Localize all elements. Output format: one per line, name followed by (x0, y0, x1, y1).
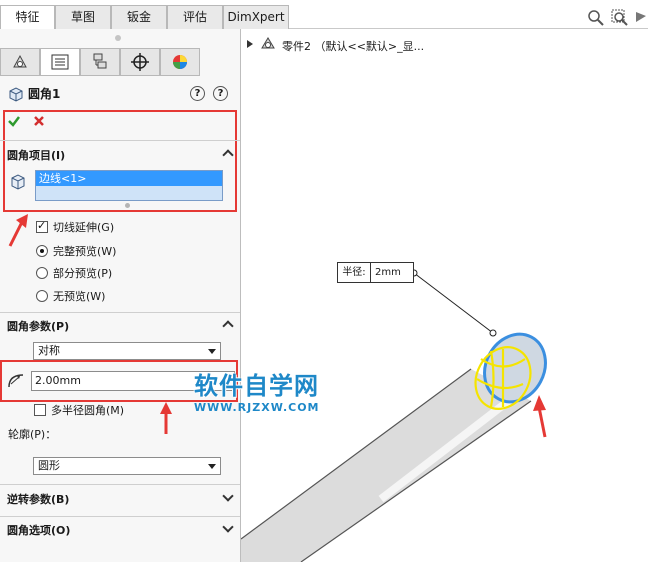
resize-handle[interactable] (125, 203, 130, 208)
multi-radius-option[interactable]: 多半径圆角(M) (34, 402, 124, 418)
setback-params-header[interactable]: 逆转参数(B) (0, 488, 240, 512)
radius-icon (7, 372, 27, 391)
watermark-sub: WWW.RJZXW.COM (194, 401, 320, 414)
tab-evaluate[interactable]: 评估 (167, 5, 223, 29)
dropdown-arrow-icon (208, 349, 216, 354)
close-icon (34, 116, 44, 126)
tab-sketch[interactable]: 草图 (55, 5, 111, 29)
command-manager-tabs: 特征 草图 钣金 评估 DimXpert (0, 0, 648, 30)
tangent-propagation-option[interactable]: 切线延伸(G) (36, 219, 114, 235)
fillet-items-header[interactable]: 圆角项目(I) (0, 144, 240, 168)
fillet-type-select[interactable]: 对称 (33, 342, 221, 360)
dimxpert-tab[interactable] (120, 48, 160, 76)
fillet-items-list[interactable]: 边线<1> (35, 170, 223, 201)
annotation-arrow (537, 406, 547, 438)
profile-select[interactable]: 圆形 (33, 457, 221, 475)
leader-line (413, 272, 494, 334)
setback-params-title: 逆转参数(B) (7, 493, 70, 506)
edge-select-icon (9, 173, 27, 194)
multi-radius-checkbox[interactable] (34, 404, 46, 416)
annotation-arrow (8, 214, 28, 247)
cancel-button[interactable] (33, 115, 45, 130)
fillet-feature-icon (9, 86, 23, 102)
fillet-params-title: 圆角参数(P) (7, 320, 70, 333)
configuration-icon (93, 53, 107, 69)
configuration-tab[interactable] (80, 48, 120, 76)
ok-button[interactable] (7, 114, 21, 131)
divider (0, 516, 240, 517)
watermark-main: 软件自学网 (194, 372, 319, 400)
appearance-icon (173, 55, 187, 69)
feature-title: 圆角1 (8, 85, 60, 102)
model-viewport[interactable] (241, 29, 648, 562)
tangent-checkbox[interactable] (36, 219, 48, 233)
full-preview-radio[interactable] (36, 245, 48, 257)
previous-view-icon[interactable] (634, 8, 648, 29)
list-item[interactable]: 边线<1> (36, 171, 222, 186)
callout-label: 半径: (338, 263, 371, 282)
profile-value: 圆形 (38, 459, 60, 472)
profile-label: 轮廓(P)： (8, 428, 57, 441)
divider (0, 140, 240, 141)
crosshair-icon (131, 53, 149, 71)
property-manager-tab[interactable] (40, 48, 80, 76)
callout-value[interactable]: 2mm (371, 263, 413, 282)
feature-tree-icon (13, 54, 27, 68)
leader-anchor (489, 329, 497, 337)
tab-sheet-metal[interactable]: 钣金 (111, 5, 167, 29)
partial-preview-radio[interactable] (36, 267, 48, 279)
checkmark-icon (8, 116, 20, 127)
no-preview-option[interactable]: 无预览(W) (36, 288, 105, 304)
fillet-options-header[interactable]: 圆角选项(O) (0, 519, 240, 543)
property-list-icon (51, 54, 69, 70)
watermark: 软件自学网 WWW.RJZXW.COM (194, 366, 320, 414)
detailed-help-icon[interactable]: ? (213, 86, 228, 101)
annotation-arrow (160, 402, 172, 434)
fillet-items-title: 圆角项目(I) (7, 149, 66, 162)
help-icon[interactable]: ? (190, 86, 205, 101)
zoom-area-icon[interactable] (610, 8, 630, 29)
divider (0, 312, 240, 313)
full-preview-label: 完整预览(W) (53, 245, 117, 258)
dropdown-arrow-icon (208, 464, 216, 469)
view-toolbar (586, 8, 648, 29)
divider (0, 484, 240, 485)
tangent-label: 切线延伸(G) (53, 221, 115, 234)
partial-preview-label: 部分预览(P) (53, 267, 113, 280)
panel-grip[interactable] (115, 35, 121, 41)
tab-features[interactable]: 特征 (0, 5, 55, 30)
collapse-chevron-icon[interactable] (222, 320, 234, 332)
feature-tree-tab[interactable] (0, 48, 40, 76)
fillet-options-title: 圆角选项(O) (7, 524, 71, 537)
display-manager-tab[interactable] (160, 48, 200, 76)
no-preview-radio[interactable] (36, 290, 48, 302)
radius-callout[interactable]: 半径: 2mm (337, 262, 414, 283)
fillet-params-header[interactable]: 圆角参数(P) (0, 315, 240, 339)
tab-dimxpert[interactable]: DimXpert (223, 5, 289, 29)
property-manager: 圆角1 ? ? 圆角项目(I) 边线<1> 切线延伸(G) 完整预览(W) 部分… (0, 29, 241, 562)
full-preview-option[interactable]: 完整预览(W) (36, 243, 116, 259)
partial-preview-option[interactable]: 部分预览(P) (36, 265, 112, 281)
zoom-to-fit-icon[interactable] (586, 8, 606, 29)
expand-chevron-icon[interactable] (222, 490, 234, 502)
multi-radius-label: 多半径圆角(M) (51, 404, 125, 417)
collapse-chevron-icon[interactable] (222, 149, 234, 161)
no-preview-label: 无预览(W) (53, 290, 106, 303)
expand-chevron-icon[interactable] (222, 521, 234, 533)
fillet-type-value: 对称 (38, 344, 60, 357)
feature-title-text: 圆角1 (28, 87, 61, 101)
